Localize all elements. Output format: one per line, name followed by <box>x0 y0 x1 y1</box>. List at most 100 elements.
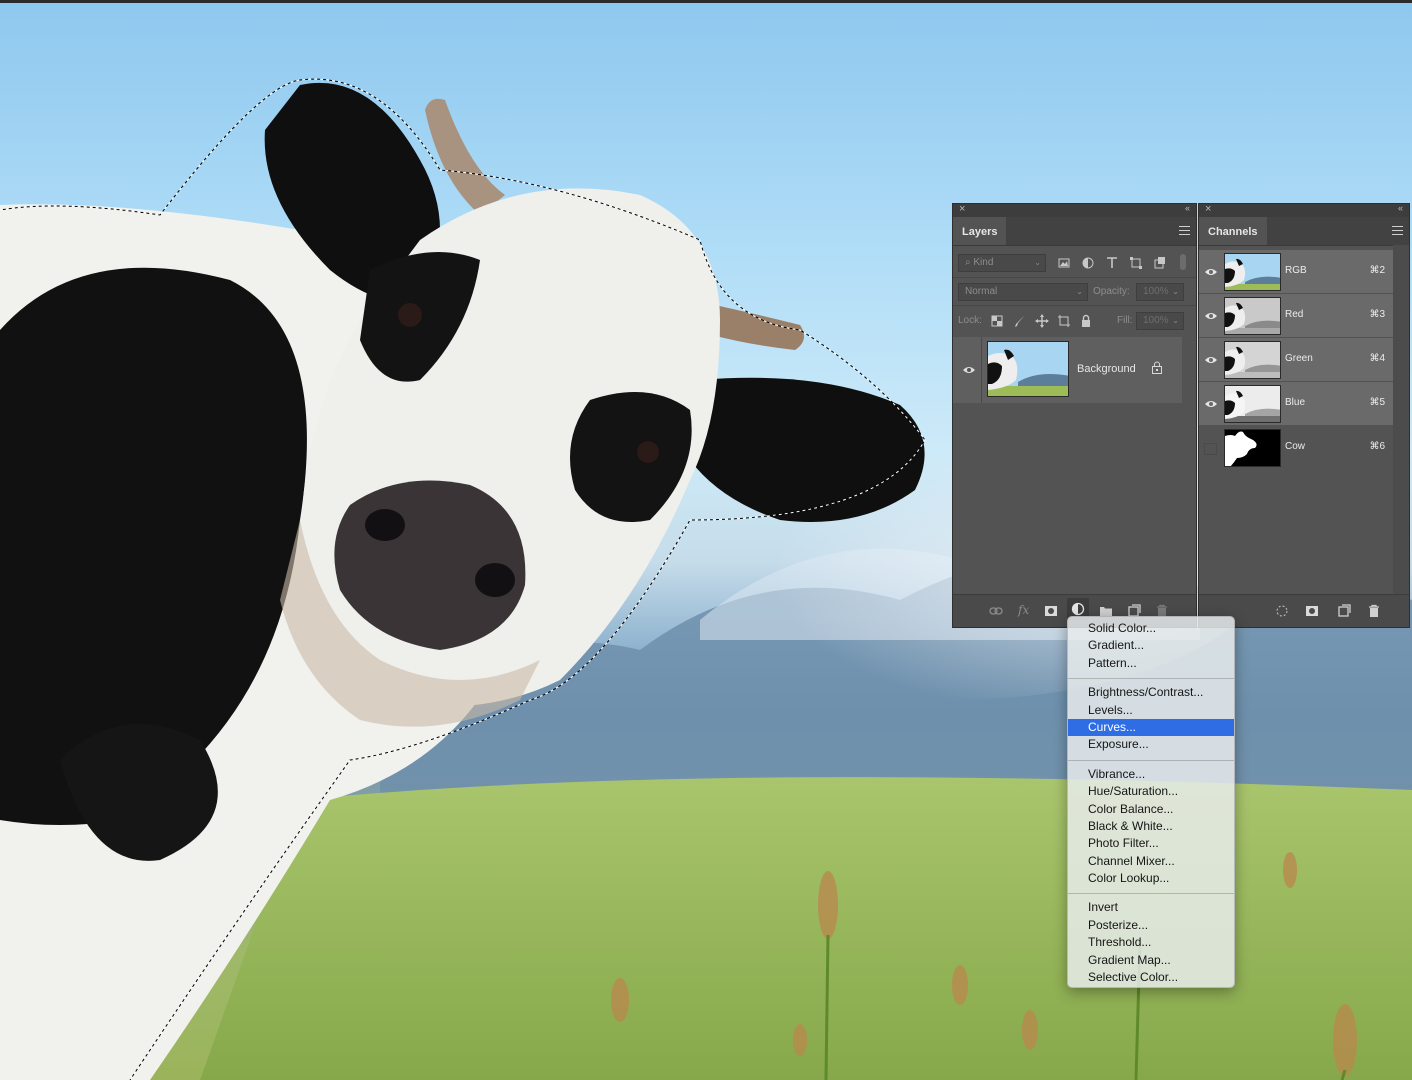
menu-item-threshold[interactable]: Threshold... <box>1068 934 1234 951</box>
adjustment-filter-icon[interactable] <box>1081 256 1095 270</box>
channel-row-rgb[interactable]: RGB ⌘2 <box>1199 250 1393 293</box>
channel-shortcut: ⌘2 <box>1369 265 1385 276</box>
lock-transparent-icon[interactable] <box>990 314 1004 328</box>
channels-scrollbar[interactable] <box>1393 245 1409 597</box>
layer-thumbnail[interactable] <box>987 341 1069 397</box>
close-icon[interactable]: × <box>1205 203 1211 215</box>
new-channel-icon[interactable] <box>1337 604 1351 618</box>
smart-object-filter-icon[interactable] <box>1153 256 1167 270</box>
menu-item-curves[interactable]: Curves... <box>1068 718 1234 737</box>
menu-separator <box>1068 678 1234 680</box>
menu-item-brightness-contrast[interactable]: Brightness/Contrast... <box>1068 684 1234 701</box>
collapse-icon[interactable]: « <box>1398 203 1403 213</box>
tab-channels[interactable]: Channels <box>1199 217 1267 245</box>
channel-row-green[interactable]: Green ⌘4 <box>1199 338 1393 381</box>
channel-name: Cow <box>1285 441 1306 452</box>
green-thumbnail-image <box>1225 342 1280 378</box>
layer-thumbnail-image <box>988 342 1068 396</box>
menu-item-color-lookup[interactable]: Color Lookup... <box>1068 870 1234 887</box>
blend-mode-select[interactable]: Normal ⌄ <box>958 283 1088 301</box>
channel-row-blue[interactable]: Blue ⌘5 <box>1199 382 1393 425</box>
channel-row-cow[interactable]: Cow ⌘6 <box>1199 426 1393 469</box>
layers-panel: × « Layers ⌕ Kind ⌄ Normal ⌄ Opacity: 10… <box>952 203 1197 628</box>
channel-thumbnail <box>1224 253 1281 291</box>
menu-item-levels[interactable]: Levels... <box>1068 702 1234 719</box>
trash-icon[interactable] <box>1367 604 1381 618</box>
eye-icon[interactable] <box>1204 399 1218 409</box>
cow-mask-thumbnail-image <box>1225 430 1280 466</box>
mask-icon[interactable] <box>1044 604 1058 618</box>
menu-item-black-white[interactable]: Black & White... <box>1068 818 1234 835</box>
menu-item-photo-filter[interactable]: Photo Filter... <box>1068 835 1234 852</box>
channel-shortcut: ⌘4 <box>1369 353 1385 364</box>
opacity-label: Opacity: <box>1093 286 1130 297</box>
menu-item-exposure[interactable]: Exposure... <box>1068 736 1234 753</box>
lock-artboard-icon[interactable] <box>1057 314 1071 328</box>
channel-thumbnail <box>1224 429 1281 467</box>
layer-row[interactable]: Background <box>953 337 1182 403</box>
channels-tabbar: Channels <box>1199 217 1409 246</box>
chevron-down-icon: ⌄ <box>1172 287 1179 296</box>
channel-shortcut: ⌘3 <box>1369 309 1385 320</box>
close-icon[interactable]: × <box>959 203 965 215</box>
channel-thumbnail <box>1224 297 1281 335</box>
panel-menu-icon[interactable] <box>1179 226 1190 235</box>
channel-name: Red <box>1285 309 1304 320</box>
channel-row-red[interactable]: Red ⌘3 <box>1199 294 1393 337</box>
fill-label: Fill: <box>1117 315 1133 326</box>
channels-panel: × « Channels RGB ⌘2 Red ⌘3 Green ⌘4 Blue… <box>1198 203 1410 628</box>
menu-item-channel-mixer[interactable]: Channel Mixer... <box>1068 853 1234 870</box>
menu-item-selective-color[interactable]: Selective Color... <box>1068 969 1234 986</box>
type-filter-icon[interactable] <box>1105 256 1119 270</box>
lock-move-icon[interactable] <box>1035 314 1049 328</box>
load-selection-icon[interactable] <box>1275 604 1289 618</box>
save-selection-icon[interactable] <box>1305 604 1319 618</box>
menu-item-color-balance[interactable]: Color Balance... <box>1068 801 1234 818</box>
lock-all-icon[interactable] <box>1079 314 1093 328</box>
menu-separator <box>1068 759 1234 761</box>
chevron-down-icon: ⌄ <box>1076 287 1083 296</box>
blue-thumbnail-image <box>1225 386 1280 422</box>
lock-brush-icon[interactable] <box>1013 314 1027 328</box>
fx-icon[interactable]: fx <box>1018 603 1029 617</box>
menu-item-solid-color[interactable]: Solid Color... <box>1068 620 1234 637</box>
opacity-field[interactable]: 100% ⌄ <box>1136 283 1184 301</box>
filter-toggle[interactable] <box>1180 254 1186 270</box>
visibility-box[interactable] <box>1204 443 1217 455</box>
menu-item-invert[interactable]: Invert <box>1068 899 1234 916</box>
pixel-filter-icon[interactable] <box>1057 256 1071 270</box>
kind-filter-select[interactable]: ⌕ Kind ⌄ <box>958 254 1046 272</box>
divider <box>953 305 1196 306</box>
menu-item-gradient-map[interactable]: Gradient Map... <box>1068 952 1234 969</box>
menu-item-posterize[interactable]: Posterize... <box>1068 917 1234 934</box>
layers-tabbar: Layers <box>953 217 1196 246</box>
eye-icon[interactable] <box>1204 355 1218 365</box>
lock-label: Lock: <box>958 315 982 326</box>
channel-shortcut: ⌘6 <box>1369 441 1385 452</box>
menu-item-gradient[interactable]: Gradient... <box>1068 637 1234 654</box>
fill-field[interactable]: 100% ⌄ <box>1136 312 1184 330</box>
adjustment-layer-menu: Solid Color... Gradient... Pattern... Br… <box>1067 616 1235 988</box>
menu-separator <box>1068 893 1234 895</box>
opacity-value: 100% <box>1143 286 1169 297</box>
eye-icon[interactable] <box>1204 267 1218 277</box>
channel-name: Blue <box>1285 397 1306 408</box>
adjustment-icon <box>1071 602 1085 616</box>
lock-row: Lock: Fill: 100% ⌄ <box>953 312 1196 338</box>
collapse-icon[interactable]: « <box>1185 203 1190 213</box>
channels-panel-titlebar: × « <box>1199 203 1409 217</box>
panel-menu-icon[interactable] <box>1392 226 1403 235</box>
layer-name[interactable]: Background <box>1077 363 1136 375</box>
shape-filter-icon[interactable] <box>1129 256 1143 270</box>
menu-item-pattern[interactable]: Pattern... <box>1068 655 1234 672</box>
search-icon: ⌕ <box>965 257 971 268</box>
eye-icon[interactable] <box>962 365 976 375</box>
tab-layers[interactable]: Layers <box>953 217 1007 245</box>
fill-value: 100% <box>1143 315 1169 326</box>
menu-item-vibrance[interactable]: Vibrance... <box>1068 766 1234 783</box>
channel-name: RGB <box>1285 265 1307 276</box>
app-top-border <box>0 0 1412 3</box>
menu-item-hue-saturation[interactable]: Hue/Saturation... <box>1068 783 1234 800</box>
eye-icon[interactable] <box>1204 311 1218 321</box>
link-icon[interactable] <box>989 604 1003 618</box>
